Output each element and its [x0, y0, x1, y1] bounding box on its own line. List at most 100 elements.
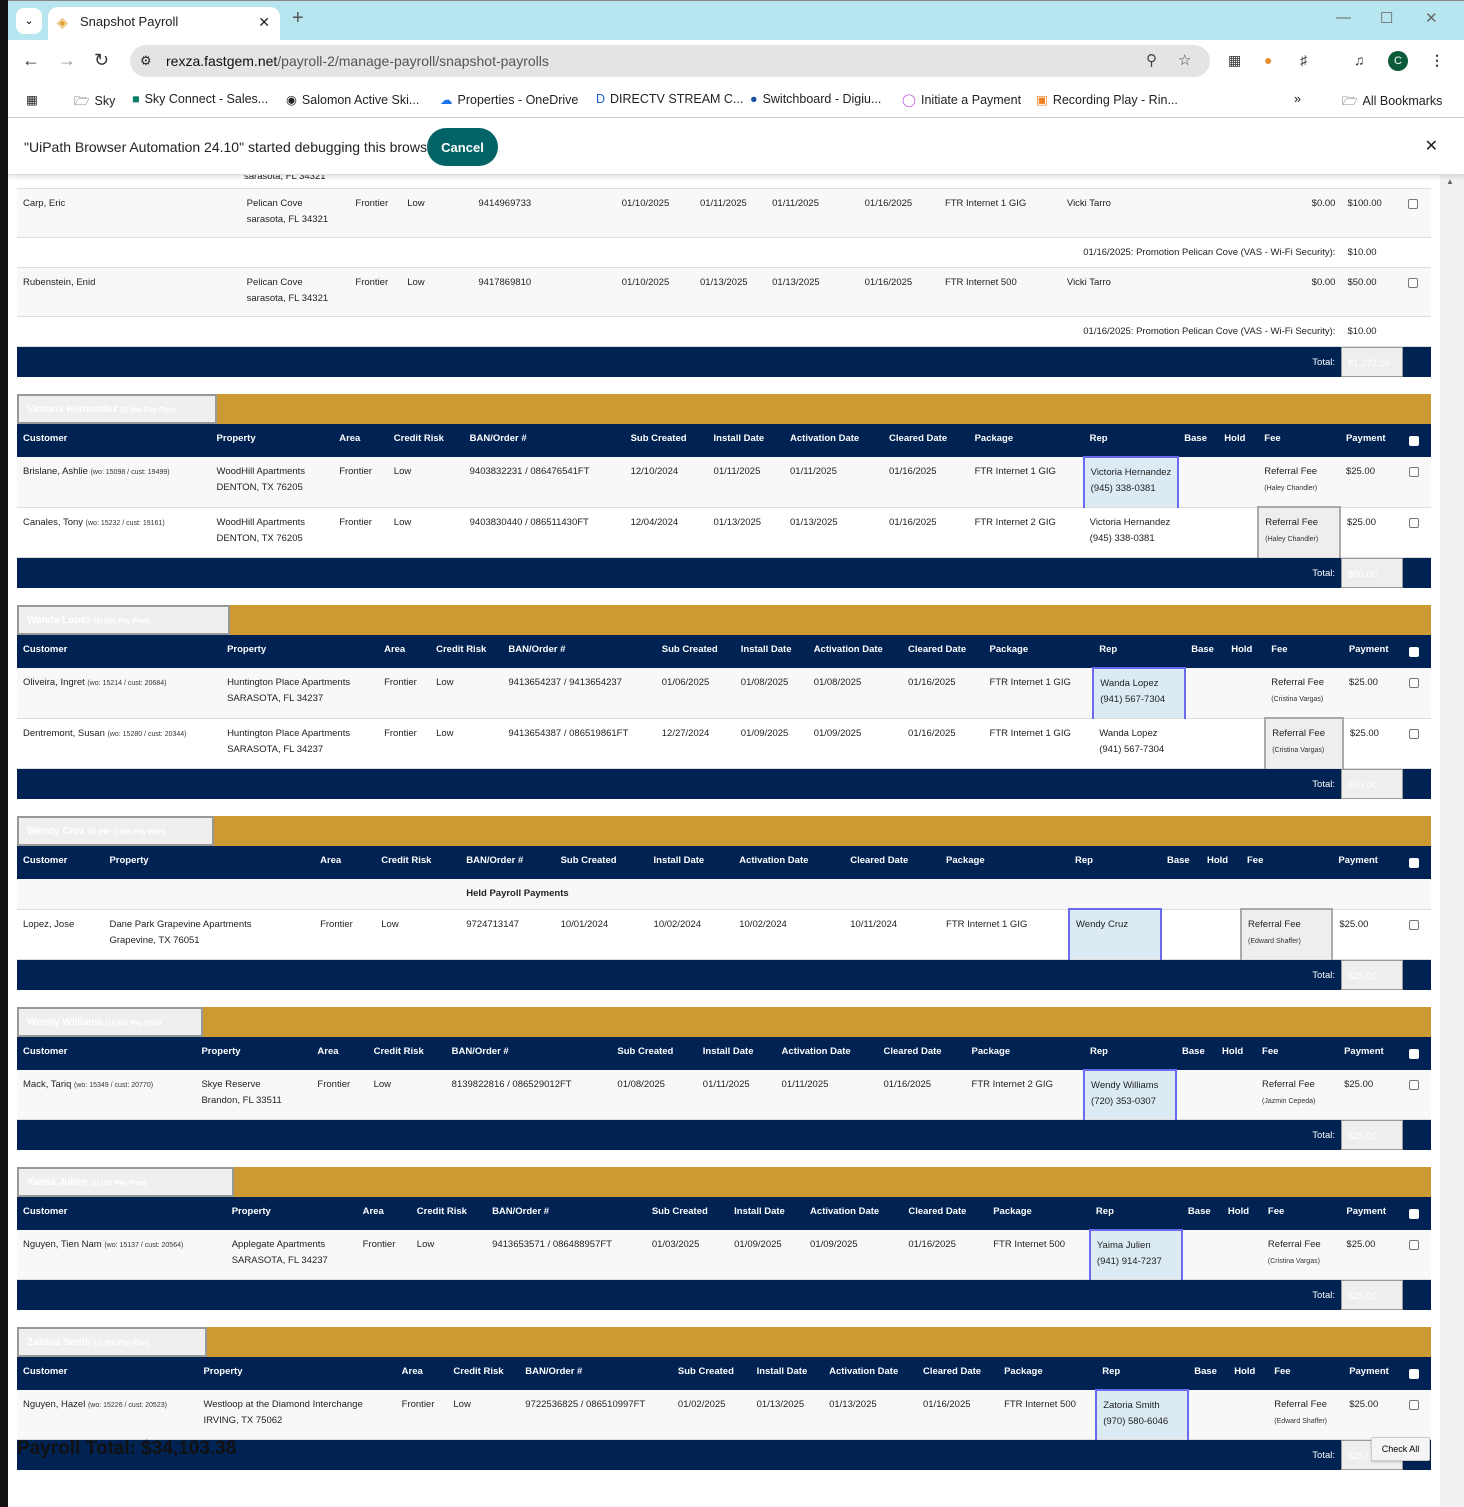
minimize-button[interactable]: — — [1336, 9, 1351, 26]
column-header-ban[interactable]: BAN/Order # — [460, 846, 555, 879]
column-header-property[interactable]: Property — [225, 1197, 357, 1230]
bookmark-star-icon[interactable]: ☆ — [1178, 45, 1191, 77]
column-header-rep[interactable]: Rep — [1069, 846, 1161, 879]
column-header-credit[interactable]: Credit Risk — [430, 635, 503, 668]
cancel-debugging-button[interactable]: Cancel — [427, 128, 498, 166]
column-header-hold[interactable]: Hold — [1201, 846, 1241, 879]
column-header-cleared[interactable]: Cleared Date — [902, 1197, 988, 1230]
column-header-install[interactable]: Install Date — [647, 846, 734, 879]
fee-cell[interactable]: Referral Fee (Edward Shaffer) — [1268, 1390, 1344, 1440]
address-bar[interactable]: ⚙ rexza.fastgem.net/payroll-2/manage-pay… — [130, 45, 1210, 77]
column-header-package[interactable]: Package — [998, 1357, 1097, 1390]
row-checkbox[interactable] — [1409, 467, 1419, 477]
column-header-rep[interactable]: Rep — [1096, 1357, 1189, 1390]
column-header-ban[interactable]: BAN/Order # — [519, 1357, 672, 1390]
column-header-cleared[interactable]: Cleared Date — [916, 1357, 999, 1390]
select-all-checkbox[interactable] — [1409, 1369, 1419, 1379]
column-header-package[interactable]: Package — [965, 1037, 1085, 1070]
column-header-install[interactable]: Install Date — [734, 635, 808, 668]
column-header-payment[interactable]: Payment — [1339, 424, 1403, 457]
page-scrollbar[interactable]: ▲ — [1440, 175, 1464, 1507]
new-tab-button[interactable]: + — [292, 7, 304, 30]
select-all-checkbox[interactable] — [1409, 647, 1419, 657]
column-header-rep[interactable]: Rep — [1089, 1197, 1182, 1230]
select-all-checkbox[interactable] — [1409, 858, 1419, 868]
back-icon[interactable]: ← — [22, 50, 40, 71]
column-header-rep[interactable]: Rep — [1083, 424, 1179, 457]
select-all-checkbox[interactable] — [1409, 1049, 1419, 1059]
rep-cell[interactable]: Yaima Julien (941) 914-7237 — [1088, 1229, 1183, 1280]
column-header-area[interactable]: Area — [356, 1197, 411, 1230]
column-header-fee[interactable]: Fee — [1265, 635, 1343, 668]
fee-cell[interactable]: Referral Fee (Edward Shaffer) — [1239, 908, 1334, 960]
profile-avatar[interactable]: C — [1388, 51, 1408, 71]
column-header-base[interactable]: Base — [1176, 1037, 1217, 1070]
more-bookmarks-icon[interactable]: » — [1294, 92, 1301, 106]
column-header-sub[interactable]: Sub Created — [655, 635, 735, 668]
column-header-activation[interactable]: Activation Date — [733, 846, 845, 879]
fee-cell[interactable]: Referral Fee (Cristina Vargas) — [1265, 668, 1343, 719]
column-header-package[interactable]: Package — [940, 846, 1069, 879]
bookmark-sky[interactable]: 🗁 Sky — [74, 92, 115, 113]
fee-cell[interactable]: Referral Fee (Jazmin Cepeda) — [1256, 1070, 1339, 1120]
column-header-hold[interactable]: Hold — [1228, 1357, 1269, 1390]
column-header-cleared[interactable]: Cleared Date — [902, 635, 984, 668]
row-checkbox[interactable] — [1409, 1400, 1419, 1410]
column-header-payment[interactable]: Payment — [1340, 1197, 1403, 1230]
column-header-property[interactable]: Property — [210, 424, 334, 457]
column-header-cleared[interactable]: Cleared Date — [844, 846, 941, 879]
column-header-package[interactable]: Package — [968, 424, 1084, 457]
column-header-customer[interactable]: Customer — [17, 1357, 198, 1390]
row-checkbox[interactable] — [1409, 1080, 1419, 1090]
bookmark-switchboard[interactable]: ● Switchboard - Digiu... — [750, 92, 881, 106]
all-bookmarks[interactable]: 🗁 All Bookmarks — [1342, 92, 1442, 113]
rep-cell[interactable]: Victoria Hernandez (945) 338-0381 — [1082, 456, 1180, 508]
column-header-area[interactable]: Area — [378, 635, 431, 668]
bookmark-onedrive[interactable]: ☁ Properties - OneDrive — [440, 92, 578, 107]
column-header-area[interactable]: Area — [333, 424, 388, 457]
column-header-credit[interactable]: Credit Risk — [375, 846, 461, 879]
column-header-package[interactable]: Package — [983, 635, 1094, 668]
row-checkbox[interactable] — [1409, 678, 1419, 688]
column-header-rep[interactable]: Rep — [1093, 635, 1186, 668]
column-header-install[interactable]: Install Date — [750, 1357, 824, 1390]
fee-cell[interactable]: Referral Fee (Cristina Vargas) — [1261, 1230, 1341, 1280]
column-header-credit[interactable]: Credit Risk — [410, 1197, 487, 1230]
apps-icon[interactable]: ▦ — [26, 92, 38, 107]
forward-icon[interactable]: → — [58, 50, 76, 71]
zoom-icon[interactable]: ⚲ — [1146, 45, 1157, 77]
column-header-area[interactable]: Area — [395, 1357, 448, 1390]
bookmark-initiate-payment[interactable]: ◯ Initiate a Payment — [902, 92, 1021, 107]
column-header-ban[interactable]: BAN/Order # — [502, 635, 656, 668]
column-header-customer[interactable]: Customer — [17, 424, 211, 457]
select-all-checkbox[interactable] — [1409, 1209, 1419, 1219]
scroll-up-arrow-icon[interactable]: ▲ — [1446, 177, 1454, 186]
extensions-icon[interactable]: ♯ — [1300, 52, 1307, 68]
rep-section-toggle[interactable]: Zatoria Smith (1) (No Pay Plan) — [17, 1327, 207, 1357]
media-control-icon[interactable]: ♫ — [1354, 52, 1365, 68]
column-header-fee[interactable]: Fee — [1261, 1197, 1341, 1230]
column-header-ban[interactable]: BAN/Order # — [486, 1197, 646, 1230]
column-header-package[interactable]: Package — [987, 1197, 1090, 1230]
column-header-property[interactable]: Property — [103, 846, 315, 879]
column-header-activation[interactable]: Activation Date — [823, 1357, 917, 1390]
rep-section-toggle[interactable]: Wendy Cruz (0) (HP:1) (No Pay Plan) — [17, 816, 214, 846]
row-checkbox[interactable] — [1408, 199, 1419, 209]
column-header-install[interactable]: Install Date — [696, 1037, 776, 1070]
column-header-credit[interactable]: Credit Risk — [367, 1037, 446, 1070]
column-header-credit[interactable]: Credit Risk — [447, 1357, 520, 1390]
column-header-payment[interactable]: Payment — [1342, 635, 1403, 668]
column-header-sub[interactable]: Sub Created — [554, 846, 648, 879]
qr-code-icon[interactable]: ▦ — [1228, 52, 1241, 69]
column-header-cleared[interactable]: Cleared Date — [883, 424, 969, 457]
close-infobar-icon[interactable]: ✕ — [1425, 136, 1438, 156]
menu-icon[interactable]: ⋮ — [1430, 52, 1444, 69]
column-header-hold[interactable]: Hold — [1221, 1197, 1262, 1230]
column-header-activation[interactable]: Activation Date — [807, 635, 903, 668]
bookmark-sky-connect[interactable]: ■ Sky Connect - Sales... — [132, 92, 268, 106]
rep-cell[interactable]: Zatoria Smith (970) 580-6046 — [1095, 1389, 1190, 1440]
column-header-payment[interactable]: Payment — [1343, 1357, 1403, 1390]
column-header-customer[interactable]: Customer — [17, 1037, 196, 1070]
column-header-sub[interactable]: Sub Created — [645, 1197, 729, 1230]
rep-section-toggle[interactable]: Victoria Hernandez (2) (No Pay Plan) — [17, 394, 217, 424]
